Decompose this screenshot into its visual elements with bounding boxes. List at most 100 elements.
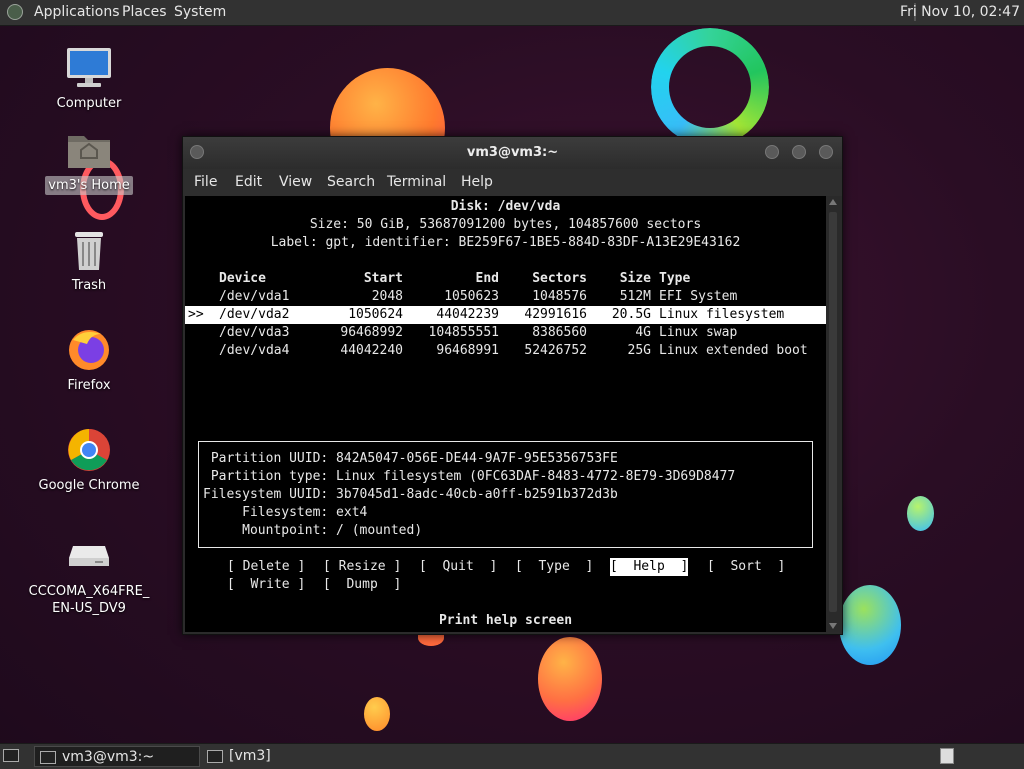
desktop-icon-label: vm3's Home [45, 176, 133, 195]
optical-drive-icon [65, 534, 113, 578]
desktop-icon-chrome[interactable]: Google Chrome [20, 428, 158, 495]
info-mountpoint: Mountpoint: / (mounted) [203, 523, 423, 538]
partition-end: 96468991 [436, 343, 499, 358]
taskbar-item-terminal[interactable]: vm3@vm3:~ [34, 746, 200, 767]
partition-device: /dev/vda2 [219, 307, 290, 322]
applications-menu-icon[interactable] [7, 4, 23, 20]
wallpaper-orb [907, 496, 934, 531]
minimize-icon[interactable] [765, 145, 779, 159]
info-filesystem: Filesystem: ext4 [203, 505, 368, 520]
menu-edit[interactable]: Edit [235, 174, 262, 190]
terminal-window: vm3@vm3:~ File Edit View Search Terminal… [182, 136, 843, 635]
maximize-icon[interactable] [792, 145, 806, 159]
partition-start: 96468992 [340, 325, 403, 340]
desktop-icon-computer[interactable]: Computer [20, 46, 158, 113]
partition-start: 1050624 [348, 307, 403, 322]
home-folder-icon [65, 128, 113, 172]
header-end: End [475, 271, 499, 286]
help-button[interactable]: [ Help ] [610, 558, 689, 576]
disk-line: Disk: /dev/vda [450, 199, 561, 214]
taskbar-item-home[interactable]: [vm3] [202, 746, 352, 767]
partition-end: 44042239 [436, 307, 499, 322]
workspace-switcher-icon[interactable] [940, 748, 954, 764]
terminal-menubar: File Edit View Search Terminal Help [183, 169, 842, 196]
window-titlebar[interactable]: vm3@vm3:~ [183, 137, 842, 169]
trash-icon [65, 228, 113, 272]
desktop-icon-firefox[interactable]: Firefox [20, 328, 158, 395]
partition-sectors: 52426752 [524, 343, 587, 358]
taskbar-item-label: [vm3] [229, 748, 271, 764]
desktop-icon-label: Firefox [67, 378, 111, 393]
header-start: Start [363, 271, 403, 286]
disk-label-line: Label: gpt, identifier: BE259F67-1BE5-88… [270, 235, 741, 250]
selection-cursor: >> [188, 307, 204, 322]
close-icon[interactable] [819, 145, 833, 159]
partition-sectors: 1048576 [532, 289, 587, 304]
clock[interactable]: Fri Nov 10, 02:47 [900, 4, 1020, 20]
header-sectors: Sectors [532, 271, 587, 286]
wallpaper-orb [839, 585, 901, 665]
show-desktop-icon[interactable] [3, 749, 19, 762]
partition-info-box: Partition UUID: 842A5047-056E-DE44-9A7F-… [198, 441, 813, 548]
partition-start: 2048 [371, 289, 403, 304]
chrome-icon [65, 428, 113, 472]
info-partition-uuid: Partition UUID: 842A5047-056E-DE44-9A7F-… [203, 451, 618, 466]
applications-menu[interactable]: Applications [34, 4, 120, 20]
window-menu-icon[interactable] [190, 145, 204, 159]
firefox-icon [65, 328, 113, 372]
terminal-screen[interactable]: Disk: /dev/vda Size: 50 GiB, 53687091200… [185, 196, 826, 632]
partition-end: 104855551 [428, 325, 499, 340]
system-menu[interactable]: System [174, 4, 226, 20]
places-menu[interactable]: Places [122, 4, 167, 20]
terminal-scrollbar[interactable] [826, 196, 840, 632]
partition-type: Linux extended boot [659, 343, 808, 358]
folder-icon [207, 749, 223, 763]
wallpaper-ring [651, 28, 769, 146]
window-title: vm3@vm3:~ [466, 145, 559, 160]
type-button[interactable]: [ Type ] [515, 558, 593, 576]
wallpaper-orb [364, 697, 390, 731]
scroll-down-icon[interactable] [829, 623, 837, 629]
menu-terminal[interactable]: Terminal [387, 174, 446, 190]
partition-type: Linux swap [659, 325, 738, 340]
partition-device: /dev/vda3 [219, 325, 290, 340]
menu-search[interactable]: Search [327, 174, 375, 190]
top-panel: Applications Places System Fri Nov 10, 0… [0, 0, 1024, 26]
desktop-icon-optical-drive[interactable]: CCCOMA_X64FRE_ EN-US_DV9 [20, 534, 158, 618]
delete-button[interactable]: [ Delete ] [227, 558, 305, 576]
desktop-icon-home[interactable]: vm3's Home [20, 128, 158, 195]
partition-start: 44042240 [340, 343, 403, 358]
write-button[interactable]: [ Write ] [227, 576, 305, 594]
scrollbar-thumb[interactable] [829, 212, 837, 612]
table-row[interactable]: /dev/vda1 2048 1050623 1048576 512M EFI … [185, 288, 826, 306]
status-line: Print help screen [438, 613, 573, 628]
partition-size: 25G [627, 343, 651, 358]
table-row[interactable]: /dev/vda4 44042240 96468991 52426752 25G… [185, 342, 826, 360]
sort-button[interactable]: [ Sort ] [707, 558, 785, 576]
menu-view[interactable]: View [279, 174, 312, 190]
terminal-icon [40, 750, 56, 764]
table-row-selected[interactable]: >> /dev/vda2 1050624 44042239 42991616 2… [185, 306, 826, 324]
partition-table-header: Device Start End Sectors Size Type [185, 270, 826, 288]
header-type: Type [659, 271, 691, 286]
menu-help[interactable]: Help [461, 174, 493, 190]
disk-size-line: Size: 50 GiB, 53687091200 bytes, 1048576… [309, 217, 702, 232]
resize-button[interactable]: [ Resize ] [323, 558, 401, 576]
desktop-icon-label: CCCOMA_X64FRE_ EN-US_DV9 [28, 584, 150, 616]
partition-device: /dev/vda4 [219, 343, 290, 358]
computer-icon [65, 46, 113, 90]
desktop-icon-trash[interactable]: Trash [20, 228, 158, 295]
desktop-icon-label: Trash [71, 278, 107, 293]
menu-file[interactable]: File [194, 174, 217, 190]
partition-end: 1050623 [444, 289, 499, 304]
quit-button[interactable]: [ Quit ] [419, 558, 497, 576]
partition-type: EFI System [659, 289, 738, 304]
taskbar-item-label: vm3@vm3:~ [62, 749, 155, 765]
info-partition-type: Partition type: Linux filesystem (0FC63D… [203, 469, 736, 484]
table-row[interactable]: /dev/vda3 96468992 104855551 8386560 4G … [185, 324, 826, 342]
desktop-icon-label: Google Chrome [38, 478, 140, 493]
dump-button[interactable]: [ Dump ] [323, 576, 401, 594]
header-size: Size [619, 271, 651, 286]
scroll-up-icon[interactable] [829, 199, 837, 205]
partition-sectors: 8386560 [532, 325, 587, 340]
